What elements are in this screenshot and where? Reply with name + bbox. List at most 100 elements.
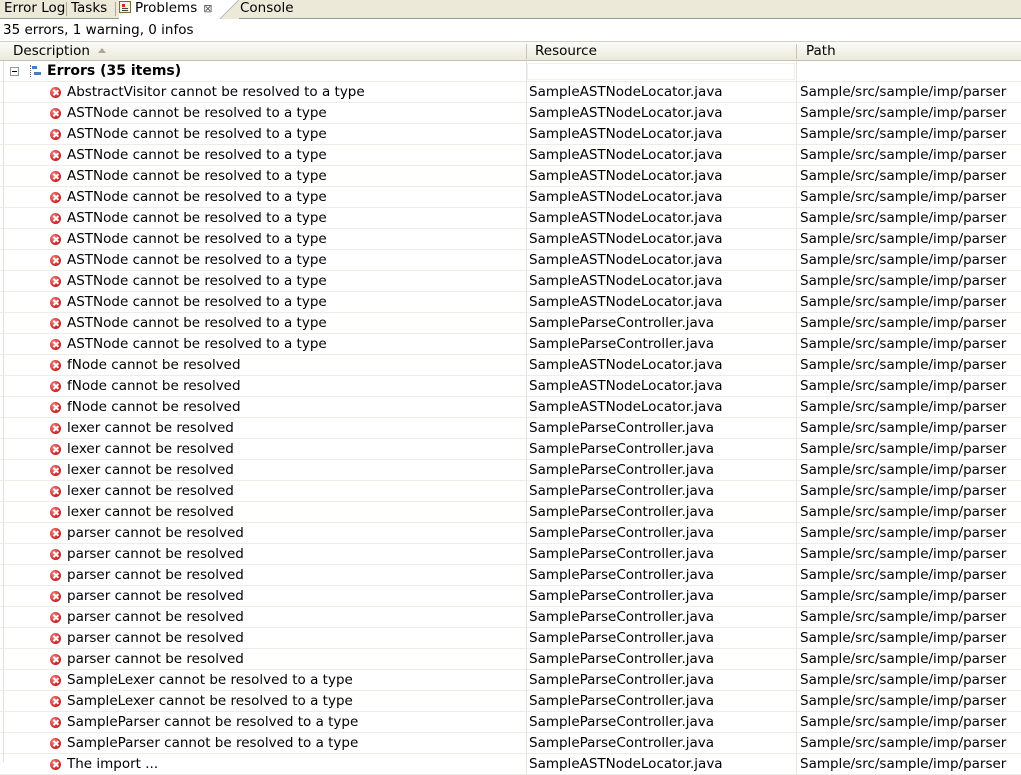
table-row[interactable]: fNode cannot be resolved SampleASTNodeLoc… — [0, 355, 1021, 376]
problems-icon — [119, 1, 131, 13]
table-row[interactable]: fNode cannot be resolved SampleASTNodeLoc… — [0, 376, 1021, 397]
resource-cell: SampleASTNodeLocator.java — [529, 147, 723, 163]
error-icon — [50, 633, 61, 644]
column-header-description-label: Description — [13, 43, 90, 59]
table-row[interactable]: parser cannot be resolved SampleParseCont… — [0, 628, 1021, 649]
column-divider — [526, 628, 527, 649]
column-divider — [796, 649, 797, 670]
error-icon — [50, 654, 61, 665]
column-divider — [796, 712, 797, 733]
column-divider — [796, 145, 797, 166]
table-row[interactable]: ASTNode cannot be resolved to a type Samp… — [0, 166, 1021, 187]
table-row[interactable]: parser cannot be resolved SampleParseCont… — [0, 649, 1021, 670]
column-divider — [526, 187, 527, 208]
column-divider — [796, 355, 797, 376]
path-cell: Sample/src/sample/imp/parser — [800, 609, 1007, 625]
resource-cell: SampleASTNodeLocator.java — [529, 378, 723, 394]
collapse-icon[interactable] — [10, 67, 19, 76]
table-row[interactable]: lexer cannot be resolved SampleParseContr… — [0, 418, 1021, 439]
column-divider — [796, 187, 797, 208]
path-cell: Sample/src/sample/imp/parser — [800, 504, 1007, 520]
tab-console[interactable]: Console — [240, 0, 294, 18]
group-resource-cell — [527, 63, 795, 80]
column-divider — [526, 670, 527, 691]
table-row[interactable]: parser cannot be resolved SampleParseCont… — [0, 544, 1021, 565]
table-row[interactable]: SampleParser cannot be resolved to a typ… — [0, 712, 1021, 733]
table-row[interactable]: ASTNode cannot be resolved to a type Samp… — [0, 145, 1021, 166]
table-row[interactable]: ASTNode cannot be resolved to a type Samp… — [0, 250, 1021, 271]
column-header-path[interactable]: Path — [797, 42, 1021, 61]
tab-tasks[interactable]: Tasks — [71, 0, 107, 18]
column-divider — [526, 145, 527, 166]
resource-cell: SampleParseController.java — [529, 714, 715, 730]
resource-cell: SampleASTNodeLocator.java — [529, 357, 723, 373]
column-divider — [526, 502, 527, 523]
table-row[interactable]: ASTNode cannot be resolved to a type Samp… — [0, 208, 1021, 229]
table-row[interactable]: ASTNode cannot be resolved to a type Samp… — [0, 334, 1021, 355]
column-divider — [796, 292, 797, 313]
table-row[interactable]: The import ... SampleASTNodeLocator.java S… — [0, 754, 1021, 775]
close-icon[interactable]: ⊠ — [203, 2, 212, 15]
table-row[interactable]: parser cannot be resolved SampleParseCont… — [0, 523, 1021, 544]
path-cell: Sample/src/sample/imp/parser — [800, 483, 1007, 499]
description-cell: SampleLexer cannot be resolved to a type — [67, 693, 353, 709]
column-header-resource[interactable]: Resource — [527, 42, 797, 61]
error-icon — [50, 465, 61, 476]
table-row[interactable]: ASTNode cannot be resolved to a type Samp… — [0, 187, 1021, 208]
resource-cell: SampleASTNodeLocator.java — [529, 273, 723, 289]
table-row[interactable]: lexer cannot be resolved SampleParseContr… — [0, 460, 1021, 481]
table-row[interactable]: parser cannot be resolved SampleParseCont… — [0, 607, 1021, 628]
table-row[interactable]: lexer cannot be resolved SampleParseContr… — [0, 481, 1021, 502]
table-row[interactable]: AbstractVisitor cannot be resolved to a … — [0, 82, 1021, 103]
description-cell: parser cannot be resolved — [67, 525, 244, 541]
resource-cell: SampleParseController.java — [529, 420, 715, 436]
table-row[interactable]: lexer cannot be resolved SampleParseContr… — [0, 439, 1021, 460]
description-cell: lexer cannot be resolved — [67, 420, 234, 436]
column-divider — [796, 124, 797, 145]
table-row[interactable]: lexer cannot be resolved SampleParseContr… — [0, 502, 1021, 523]
column-divider — [796, 586, 797, 607]
table-row[interactable]: ASTNode cannot be resolved to a type Samp… — [0, 124, 1021, 145]
error-icon — [50, 717, 61, 728]
group-label: Errors (35 items) — [47, 63, 182, 79]
error-rows: AbstractVisitor cannot be resolved to a … — [0, 82, 1021, 775]
table-row[interactable]: parser cannot be resolved SampleParseCont… — [0, 586, 1021, 607]
problems-table: Errors (35 items) AbstractVisitor cannot… — [0, 61, 1021, 775]
column-divider — [526, 733, 527, 754]
table-row[interactable]: ASTNode cannot be resolved to a type Samp… — [0, 103, 1021, 124]
path-cell: Sample/src/sample/imp/parser — [800, 672, 1007, 688]
table-row[interactable]: SampleLexer cannot be resolved to a type… — [0, 670, 1021, 691]
group-row-errors[interactable]: Errors (35 items) — [0, 61, 1021, 82]
column-divider — [796, 607, 797, 628]
table-row[interactable]: SampleParser cannot be resolved to a typ… — [0, 733, 1021, 754]
error-icon — [50, 213, 61, 224]
table-row[interactable]: fNode cannot be resolved SampleASTNodeLoc… — [0, 397, 1021, 418]
error-icon — [50, 87, 61, 98]
table-row[interactable]: ASTNode cannot be resolved to a type Samp… — [0, 292, 1021, 313]
tab-error-log[interactable]: Error Log — [4, 0, 65, 18]
path-cell: Sample/src/sample/imp/parser — [800, 630, 1007, 646]
column-divider — [796, 628, 797, 649]
column-divider — [526, 82, 527, 103]
resource-cell: SampleParseController.java — [529, 609, 715, 625]
table-row[interactable]: ASTNode cannot be resolved to a type Samp… — [0, 229, 1021, 250]
table-row[interactable]: SampleLexer cannot be resolved to a type… — [0, 691, 1021, 712]
table-row[interactable]: parser cannot be resolved SampleParseCont… — [0, 565, 1021, 586]
description-cell: AbstractVisitor cannot be resolved to a … — [67, 84, 365, 100]
description-cell: ASTNode cannot be resolved to a type — [67, 273, 327, 289]
table-row[interactable]: ASTNode cannot be resolved to a type Samp… — [0, 313, 1021, 334]
column-divider — [526, 586, 527, 607]
error-icon — [50, 444, 61, 455]
column-header-description[interactable]: Description — [0, 42, 526, 61]
error-icon — [50, 696, 61, 707]
error-icon — [50, 318, 61, 329]
column-divider — [526, 397, 527, 418]
description-cell: ASTNode cannot be resolved to a type — [67, 315, 327, 331]
description-cell: ASTNode cannot be resolved to a type — [67, 252, 327, 268]
path-cell: Sample/src/sample/imp/parser — [800, 84, 1007, 100]
column-divider — [796, 502, 797, 523]
table-row[interactable]: ASTNode cannot be resolved to a type Samp… — [0, 271, 1021, 292]
path-cell: Sample/src/sample/imp/parser — [800, 735, 1007, 751]
error-icon — [50, 570, 61, 581]
tab-problems[interactable]: Problems ⊠ — [119, 0, 221, 19]
